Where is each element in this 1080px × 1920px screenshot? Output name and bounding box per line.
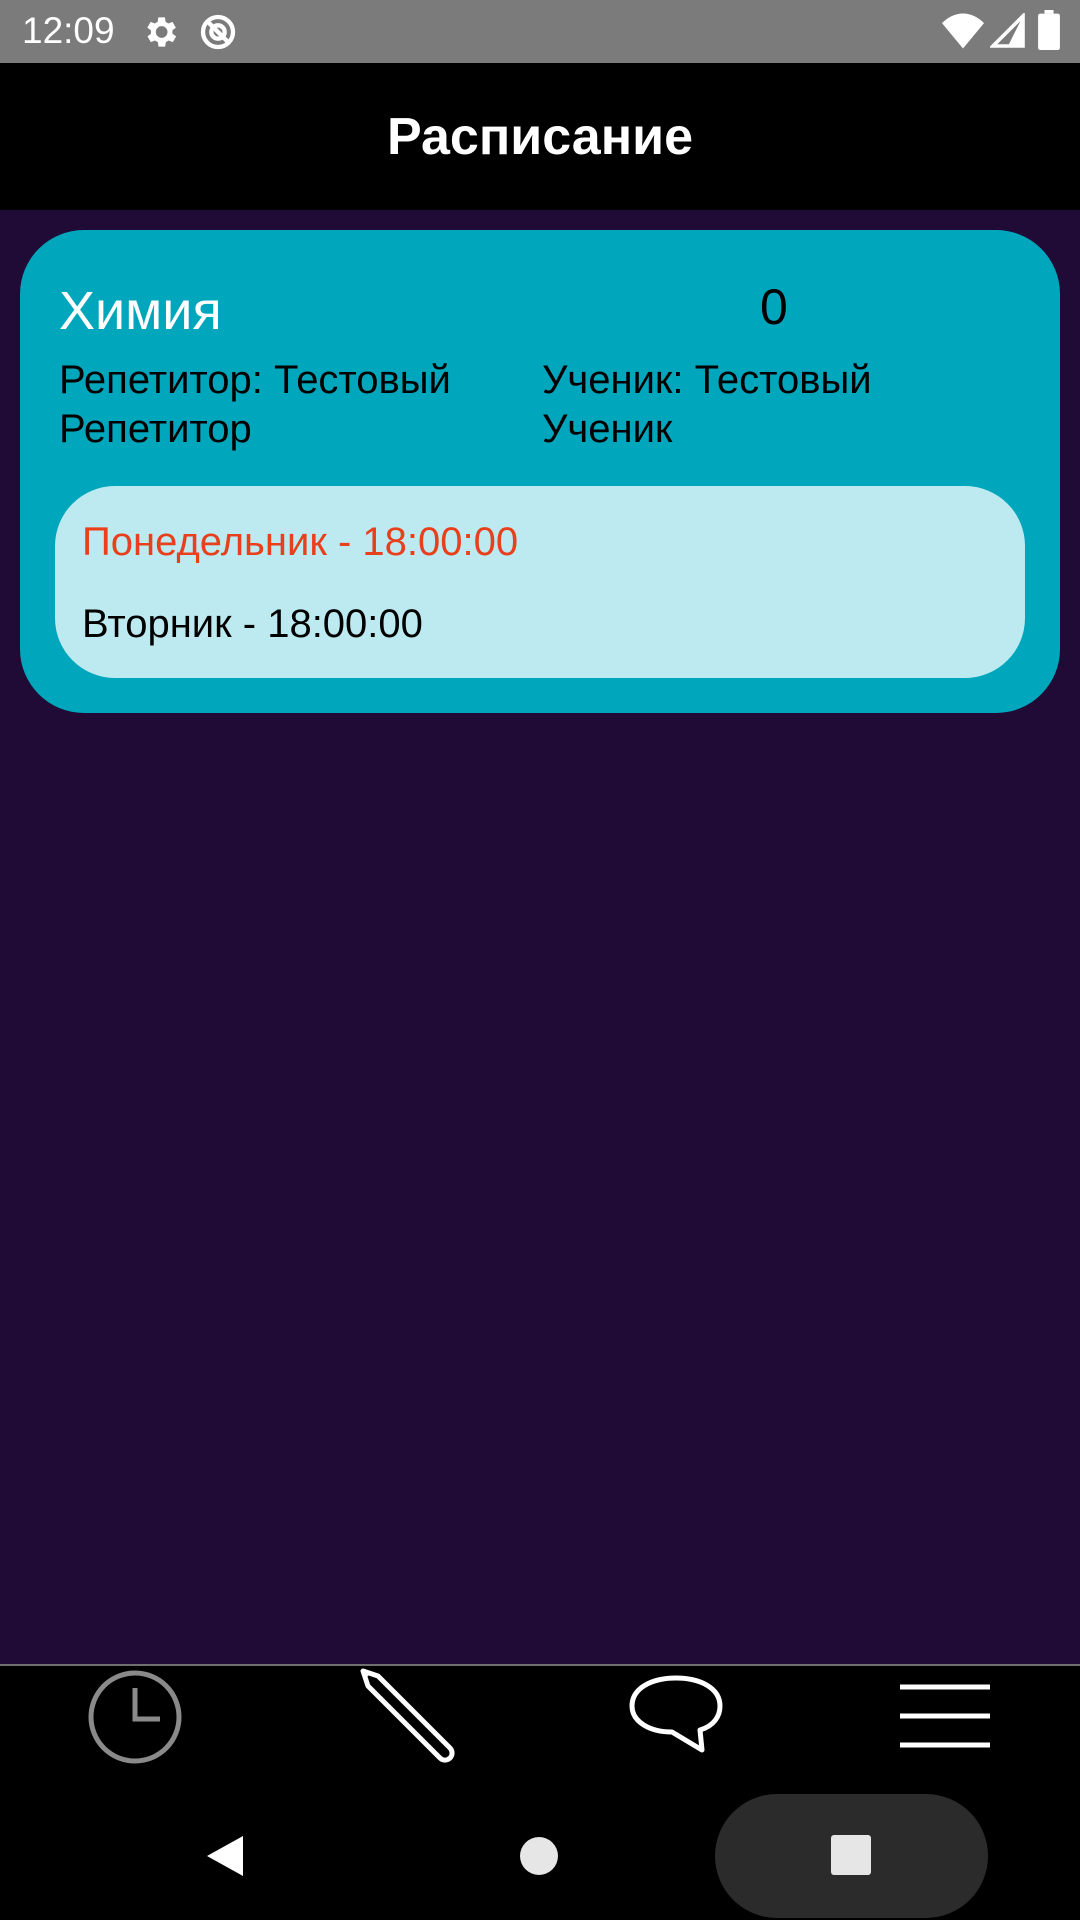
menu-icon — [900, 1684, 990, 1748]
back-icon[interactable] — [205, 1834, 245, 1878]
tutor-label: Репетитор: Тестовый Репетитор — [59, 358, 451, 451]
schedule-item[interactable]: Понедельник - 18:00:00 — [82, 520, 518, 565]
app-header: Расписание — [0, 63, 1080, 210]
chat-icon — [629, 1675, 723, 1753]
lesson-card[interactable]: Химия 0 Репетитор: Тестовый Репетитор Уч… — [20, 230, 1060, 713]
gear-icon — [147, 17, 177, 47]
nav-homework-button[interactable] — [270, 1666, 540, 1786]
nav-schedule-button[interactable] — [0, 1666, 270, 1786]
home-icon[interactable] — [519, 1836, 559, 1876]
page-title: Расписание — [387, 108, 693, 166]
status-bar: 12:09 — [0, 0, 1080, 63]
lesson-count: 0 — [760, 279, 788, 335]
status-time: 12:09 — [22, 10, 115, 51]
sync-icon — [200, 14, 236, 50]
signal-icon — [990, 13, 1025, 48]
recents-icon[interactable] — [830, 1834, 872, 1876]
student-label: Ученик: Тестовый Ученик — [542, 358, 872, 451]
nav-menu-button[interactable] — [810, 1666, 1080, 1786]
schedule-list: Понедельник - 18:00:00 Вторник - 18:00:0… — [55, 486, 1025, 678]
bottom-navigation — [0, 1664, 1080, 1786]
pencil-icon — [360, 1668, 455, 1763]
nav-chat-button[interactable] — [540, 1666, 810, 1786]
subject-title: Химия — [59, 281, 222, 341]
schedule-item[interactable]: Вторник - 18:00:00 — [82, 602, 423, 647]
wifi-icon — [942, 13, 984, 49]
clock-icon — [88, 1670, 182, 1764]
battery-icon — [1038, 10, 1060, 50]
system-navigation — [0, 1786, 1080, 1920]
